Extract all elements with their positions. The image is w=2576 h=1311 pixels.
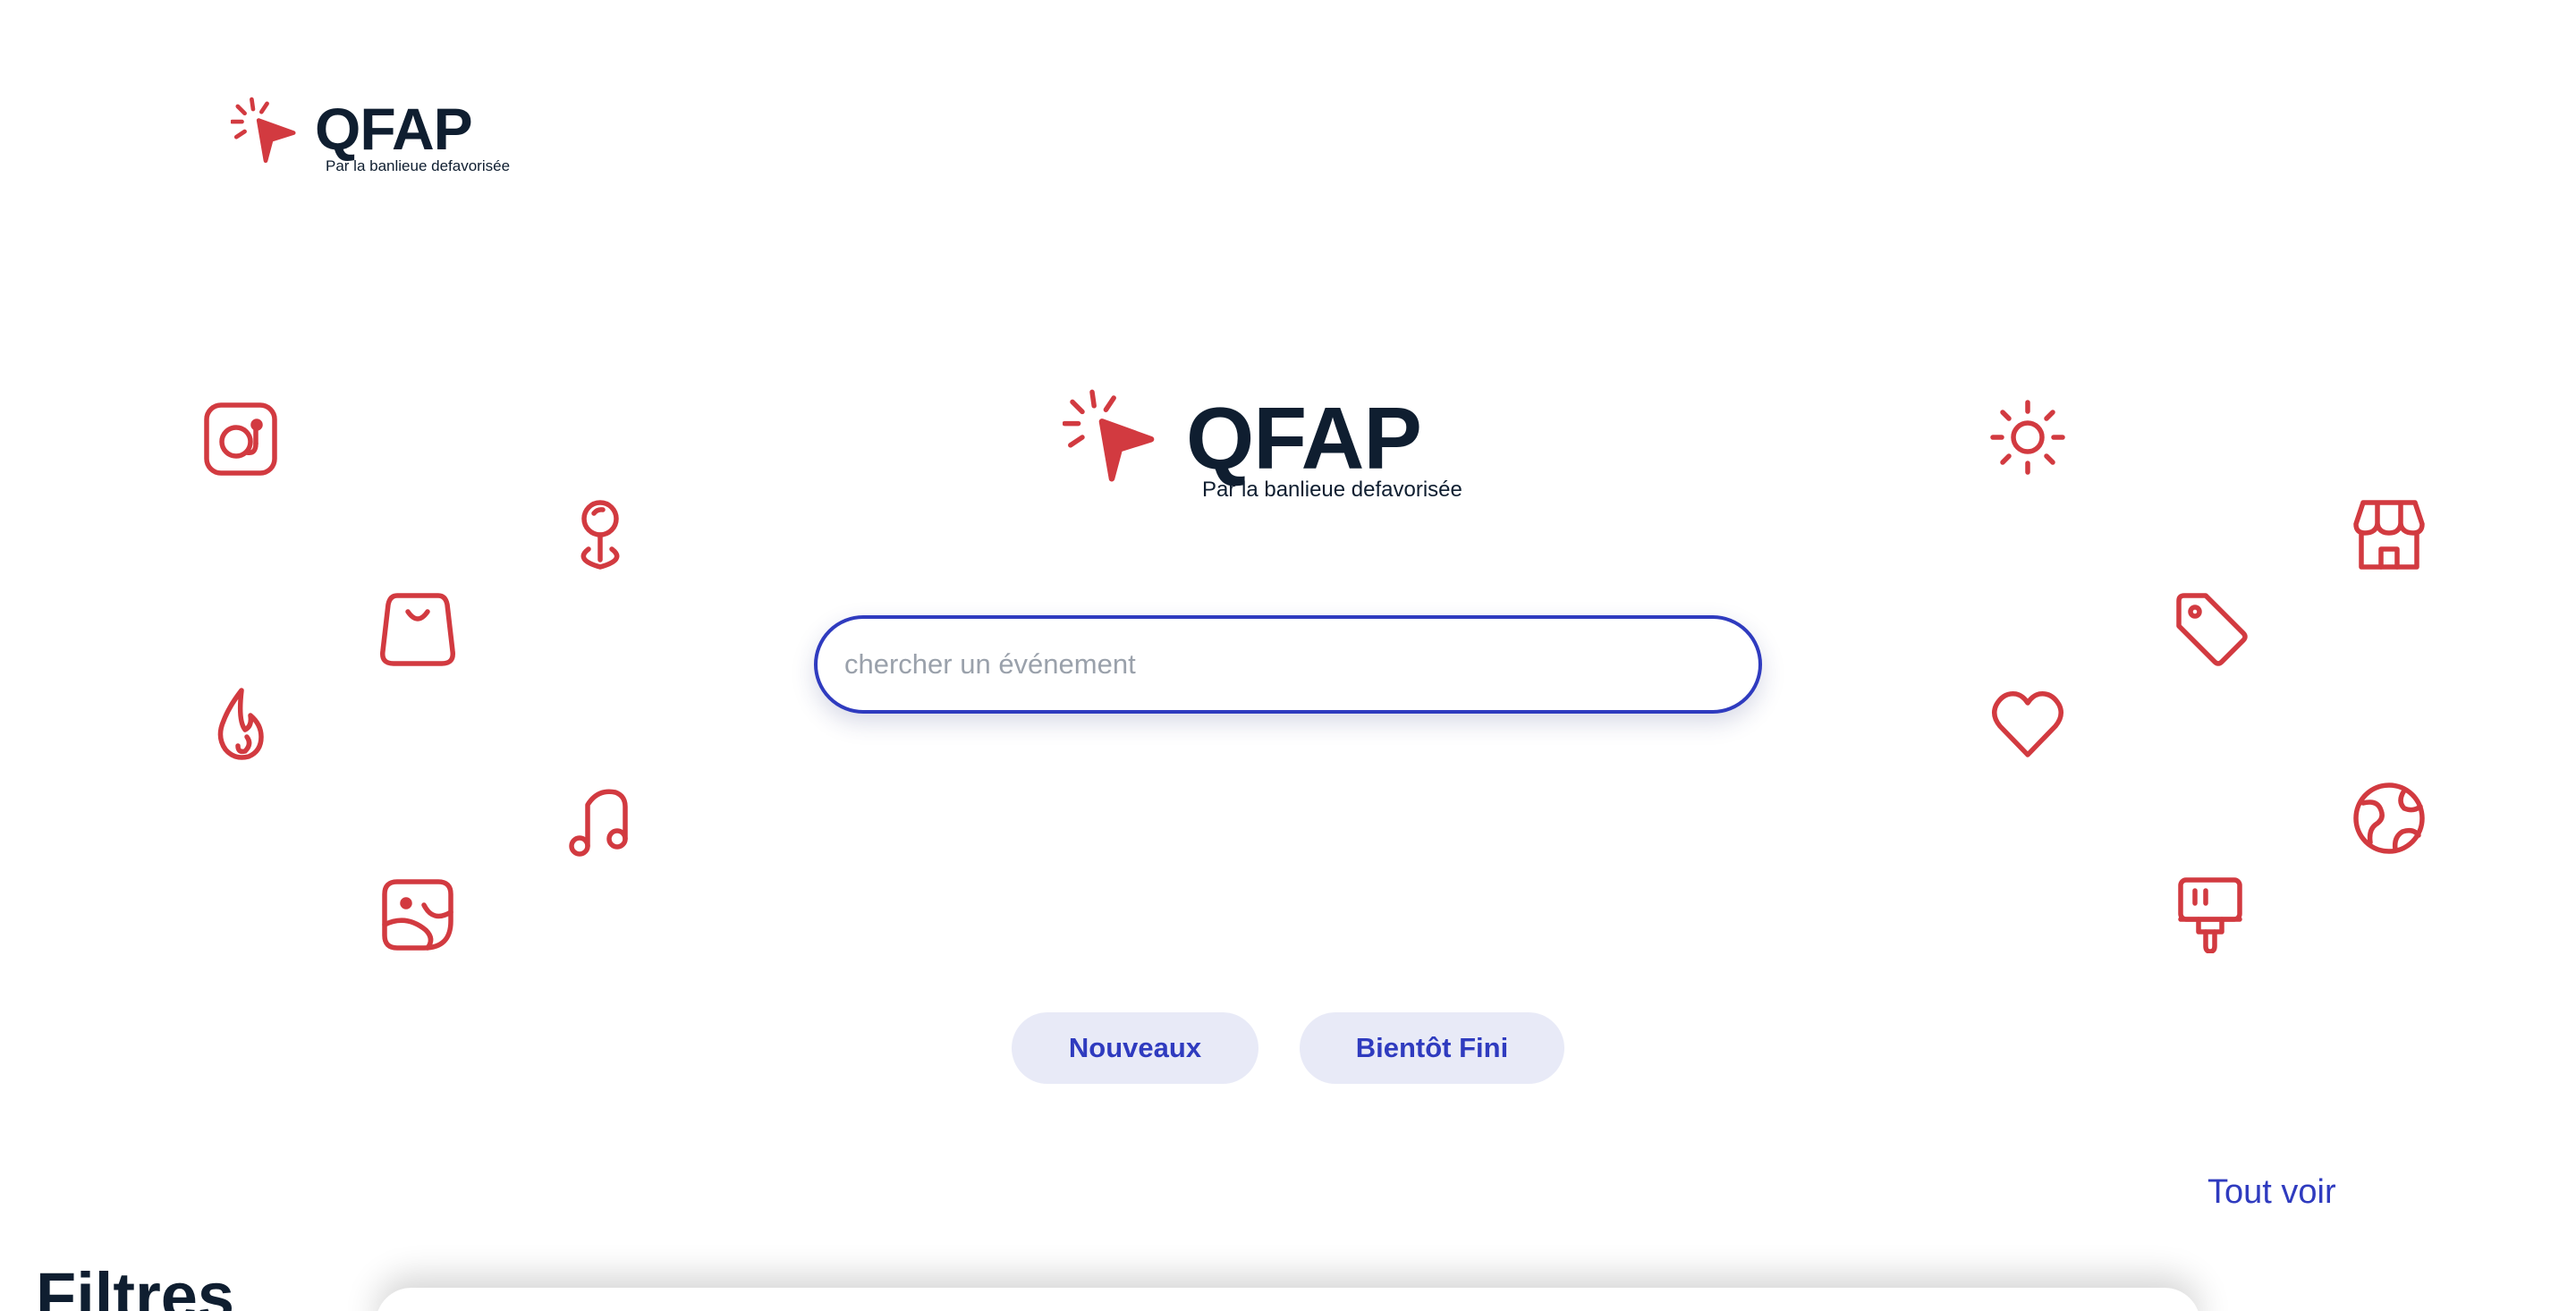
sun-icon bbox=[1989, 399, 2066, 476]
new-events-button[interactable]: Nouveaux bbox=[1012, 1012, 1258, 1084]
hero-wordmark: QFAP bbox=[1186, 389, 1422, 487]
flame-icon bbox=[202, 685, 279, 762]
music-note-icon bbox=[562, 783, 639, 860]
globe-icon bbox=[2351, 780, 2428, 857]
logo-cursor-icon bbox=[231, 97, 296, 164]
logo-cursor-icon bbox=[1063, 389, 1155, 482]
store-icon bbox=[2351, 497, 2428, 574]
see-all-link[interactable]: Tout voir bbox=[2207, 1173, 2336, 1212]
logo-wordmark: QFAP bbox=[315, 96, 473, 162]
search-input[interactable] bbox=[844, 619, 1730, 710]
results-panel bbox=[376, 1288, 2200, 1311]
camera-icon bbox=[202, 401, 279, 478]
hero-logo: QFAP Par la banlieue defavorisée bbox=[1063, 388, 1492, 513]
search-box[interactable] bbox=[814, 615, 1762, 714]
hero-tagline: Par la banlieue defavorisée bbox=[1202, 478, 1462, 502]
filters-heading: Filtres bbox=[36, 1259, 235, 1311]
sticker-icon bbox=[379, 876, 456, 953]
tag-icon bbox=[2172, 590, 2249, 667]
logo-tagline: Par la banlieue defavorisée bbox=[326, 157, 511, 174]
map-pin-icon bbox=[562, 497, 639, 574]
paint-roller-icon bbox=[2172, 876, 2249, 954]
shopping-bag-icon bbox=[379, 590, 456, 667]
ending-soon-button[interactable]: Bientôt Fini bbox=[1300, 1012, 1564, 1084]
heart-icon bbox=[1989, 685, 2066, 762]
header-logo[interactable]: QFAP Par la banlieue defavorisée bbox=[231, 93, 535, 182]
